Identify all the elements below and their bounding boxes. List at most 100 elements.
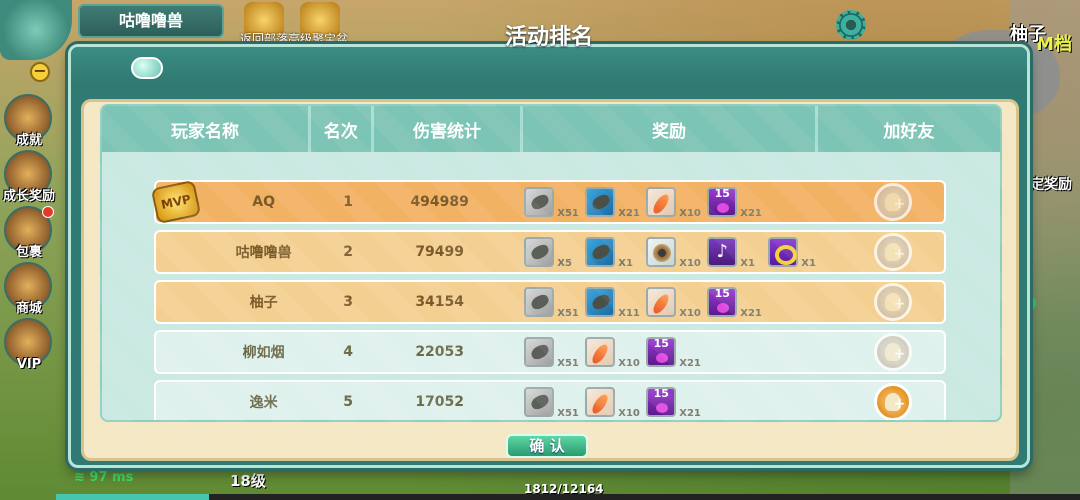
stone-icon: [524, 387, 555, 417]
reward-list: X51 X10 X21: [514, 337, 842, 369]
reward-item[interactable]: X10: [585, 337, 642, 369]
side-menu-item[interactable]: VIP: [0, 316, 58, 374]
purple-15-icon: [646, 387, 677, 417]
activity-ranking-modal: 活动排名 玩家名称 名次 伤害统计 奖励 加好友 MVP AQ 1 494989 X51…: [68, 25, 1030, 468]
reward-item[interactable]: X1: [585, 237, 642, 269]
ranking-table[interactable]: 玩家名称 名次 伤害统计 奖励 加好友 MVP AQ 1 494989 X51 X21 X1…: [100, 104, 1002, 422]
reward-list: X51 X11 X10 X21: [514, 287, 842, 319]
confirm-button[interactable]: 确 认: [506, 434, 588, 458]
modal-title: 活动排名: [504, 25, 593, 50]
reward-quantity: X5: [557, 258, 572, 269]
add-friend-button[interactable]: +: [874, 333, 913, 371]
side-menu-label: 商城: [15, 301, 42, 316]
add-friend-cell: +: [843, 233, 944, 271]
side-menu-label: 成长奖励: [2, 189, 55, 204]
right-reward-label[interactable]: 定奖励: [1030, 174, 1072, 194]
header-damage: 伤害统计: [374, 106, 524, 152]
blue-stone-icon: [585, 187, 616, 217]
header-player-name: 玩家名称: [102, 106, 312, 152]
ranking-row[interactable]: 柚子 3 34154 X51 X11 X10 X21 +: [154, 280, 946, 324]
purple-15-icon: [646, 337, 677, 367]
collapse-minus-icon[interactable]: −: [30, 62, 50, 82]
reward-quantity: X21: [740, 208, 762, 219]
reward-item[interactable]: X51: [524, 387, 581, 419]
reward-quantity: X10: [618, 358, 640, 369]
rank-value: 2: [343, 244, 354, 260]
header-rank: 名次: [311, 106, 374, 152]
stone-icon: [524, 287, 555, 317]
add-friend-cell: +: [843, 183, 944, 221]
notification-dot-icon: [42, 206, 54, 218]
reward-item[interactable]: X11: [585, 287, 642, 319]
damage-value: 34154: [415, 294, 465, 310]
player-name: 逸米: [249, 395, 278, 411]
reward-quantity: X21: [679, 358, 701, 369]
reward-item[interactable]: X21: [646, 337, 703, 369]
side-menu-item[interactable]: 成长奖励: [0, 148, 58, 206]
plus-icon: +: [893, 346, 906, 362]
reward-item[interactable]: X1: [768, 237, 825, 269]
side-menu-item[interactable]: 成就: [0, 92, 58, 150]
side-menu-label: 成就: [15, 133, 42, 148]
reward-item[interactable]: X10: [646, 237, 703, 269]
beast-icon: [646, 237, 677, 267]
reward-item[interactable]: X21: [707, 187, 764, 219]
plus-icon: +: [893, 396, 906, 412]
reward-item[interactable]: X5: [524, 237, 581, 269]
exp-bar: [56, 494, 1080, 500]
plus-icon: +: [893, 196, 906, 212]
reward-item[interactable]: X10: [646, 287, 703, 319]
ranking-row[interactable]: 逸米 5 17052 X51 X10 X21 +: [154, 380, 946, 420]
reward-item[interactable]: X10: [646, 187, 703, 219]
reward-item[interactable]: X51: [524, 287, 581, 319]
reward-item[interactable]: X21: [585, 187, 642, 219]
reward-quantity: X1: [618, 258, 633, 269]
purple-15-icon: [707, 187, 738, 217]
modal-body: 玩家名称 名次 伤害统计 奖励 加好友 MVP AQ 1 494989 X51 X21 X1…: [81, 99, 1019, 461]
player-level: 18级: [230, 472, 266, 490]
music-note-icon: [707, 237, 738, 267]
reward-item[interactable]: X10: [585, 387, 642, 419]
damage-value: 22053: [415, 344, 465, 360]
side-menu-item[interactable]: 包裹: [0, 204, 58, 262]
ping-value: 97 ms: [89, 470, 134, 485]
modal-header: [71, 47, 1027, 87]
header-reward: 奖励: [523, 106, 818, 152]
stone-icon: [524, 337, 555, 367]
reward-item[interactable]: X51: [524, 187, 581, 219]
add-friend-cell: +: [843, 283, 944, 321]
ranking-rows: MVPAQ1494989X51X21X10X21+咕噜噜兽279499X5X1X…: [150, 179, 946, 420]
stone-icon: [524, 187, 555, 217]
rank-value: 4: [343, 344, 354, 360]
ranking-row[interactable]: MVPAQ1494989X51X21X10X21+: [150, 179, 946, 225]
reward-quantity: X10: [679, 258, 701, 269]
add-friend-button[interactable]: +: [874, 283, 913, 321]
reward-item[interactable]: X21: [646, 387, 703, 419]
damage-value: 17052: [415, 394, 465, 410]
reward-item[interactable]: X51: [524, 337, 581, 369]
reward-quantity: X21: [679, 408, 701, 419]
reward-list: X51 X10 X21: [514, 387, 842, 419]
rank-value: 1: [343, 194, 354, 210]
add-friend-button[interactable]: +: [874, 383, 913, 420]
ranking-row[interactable]: 柳如烟 4 22053 X51 X10 X21 +: [154, 330, 946, 374]
reward-quantity: X21: [740, 308, 762, 319]
reward-quantity: X21: [618, 208, 640, 219]
side-menu-item[interactable]: 商城: [0, 260, 58, 318]
reward-quantity: X10: [679, 308, 701, 319]
purple-15-icon: [707, 287, 738, 317]
reward-item[interactable]: X1: [707, 237, 764, 269]
plus-icon: +: [893, 246, 906, 262]
reward-list: X5 X1 X10 X1 X1: [514, 237, 842, 269]
table-header: 玩家名称 名次 伤害统计 奖励 加好友: [102, 106, 1000, 152]
reward-item[interactable]: X21: [707, 287, 764, 319]
add-friend-button[interactable]: +: [874, 183, 913, 221]
side-menu-label: 包裹: [15, 245, 42, 260]
ping-readout: ≋ 97 ms: [74, 470, 133, 485]
exp-bar-fill: [56, 494, 209, 500]
player-name: 柳如烟: [242, 345, 285, 361]
reward-list: X51 X21 X10 X21: [514, 187, 842, 219]
ranking-row[interactable]: 咕噜噜兽 2 79499 X5 X1 X10 X1 X1 +: [154, 230, 946, 274]
add-friend-button[interactable]: +: [874, 233, 913, 271]
reward-quantity: X51: [557, 408, 579, 419]
